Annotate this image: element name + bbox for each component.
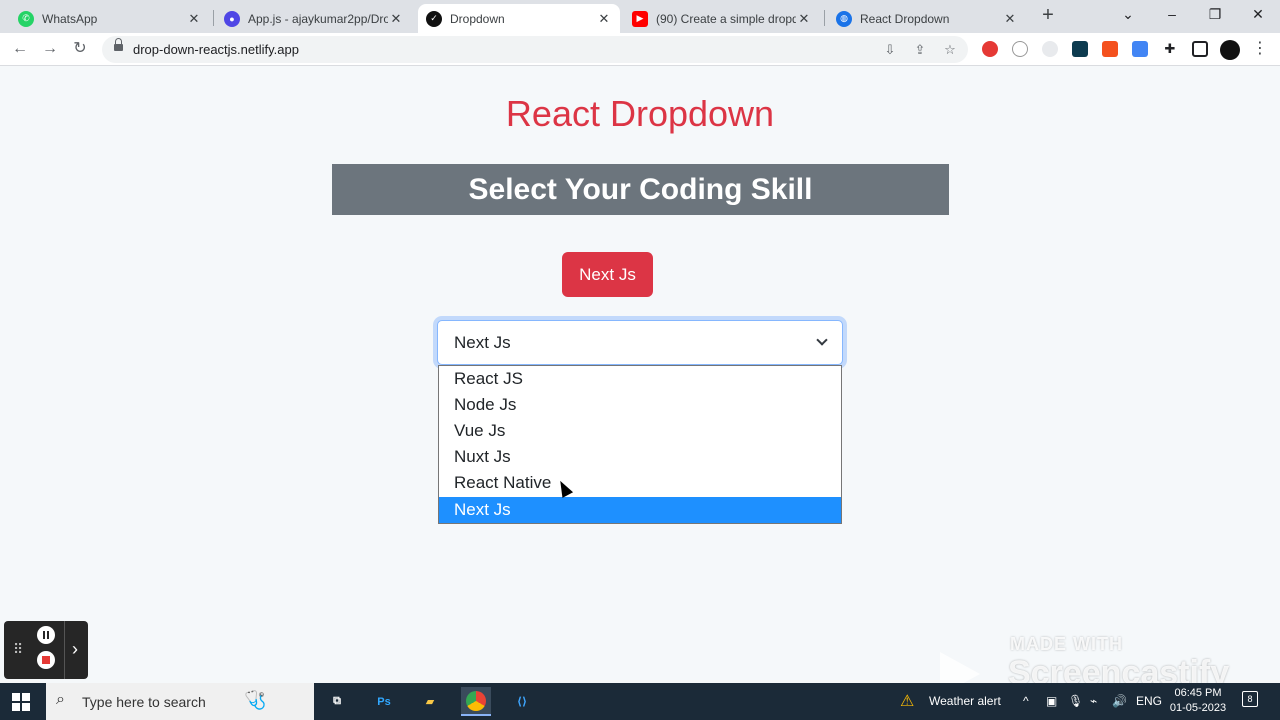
window-close-icon[interactable]: ✕ [1248, 6, 1268, 23]
meet-icon[interactable]: ▣ [1046, 694, 1057, 708]
notification-icon[interactable]: 8 [1242, 691, 1258, 707]
browser-toolbar: ← → ↻ drop-down-reactjs.netlify.app ⇩ ⇪ … [0, 33, 1280, 66]
back-icon[interactable]: ← [10, 39, 30, 59]
bookmark-star-icon[interactable]: ☆ [942, 42, 958, 58]
share-icon[interactable]: ⇪ [912, 42, 928, 58]
weather-alert-label[interactable]: Weather alert [929, 694, 1001, 708]
task-view-icon[interactable]: ⧉ [322, 687, 352, 716]
extension-icon[interactable] [982, 41, 998, 57]
tab-separator [213, 10, 214, 26]
menu-icon[interactable]: ⋮ [1252, 41, 1268, 57]
recorder-widget: ⠿ › [4, 621, 88, 679]
extension-icon[interactable] [1072, 41, 1088, 57]
option-nuxt-js[interactable]: Nuxt Js [439, 444, 841, 470]
option-vue-js[interactable]: Vue Js [439, 418, 841, 444]
search-icon: ⌕ [56, 691, 65, 708]
tab-dropdown[interactable]: ✓ Dropdown ✕ [418, 4, 620, 33]
lock-icon [114, 38, 123, 54]
page-content: React Dropdown Select Your Coding Skill … [0, 67, 1280, 683]
weather-warning-icon[interactable]: ⚠ [900, 691, 914, 711]
address-url: drop-down-reactjs.netlify.app [133, 42, 299, 57]
reload-icon[interactable]: ↻ [70, 39, 90, 59]
minimize-icon[interactable]: – [1162, 6, 1182, 22]
pause-icon[interactable] [37, 626, 55, 644]
avatar[interactable] [1220, 40, 1240, 60]
watermark-made-with: MADE WITH [1010, 634, 1123, 654]
close-icon[interactable]: ✕ [388, 11, 404, 27]
extension-icon[interactable] [1042, 41, 1058, 57]
chevron-down-icon [817, 336, 827, 346]
tab-title: (90) Create a simple dropdown [656, 11, 796, 26]
tab-github[interactable]: ● App.js - ajaykumar2pp/Dropdown ✕ [216, 4, 412, 33]
skill-options-list: React JS Node Js Vue Js Nuxt Js React Na… [438, 365, 842, 524]
close-icon[interactable]: ✕ [596, 11, 612, 27]
chevron-up-icon[interactable]: ^ [1023, 694, 1029, 708]
address-bar[interactable]: drop-down-reactjs.netlify.app ⇩ ⇪ ☆ [102, 36, 968, 63]
select-skill-banner: Select Your Coding Skill [332, 164, 949, 215]
photoshop-icon[interactable]: Ps [369, 687, 399, 716]
stop-record-icon[interactable] [37, 651, 55, 669]
close-icon[interactable]: ✕ [796, 11, 812, 27]
chevron-down-icon[interactable]: ⌄ [1118, 6, 1138, 23]
clock-time: 06:45 PM [1174, 687, 1222, 699]
tab-title: WhatsApp [42, 11, 98, 26]
taskbar-search[interactable]: ⌕ Type here to search 🩺 [46, 683, 314, 720]
system-clock[interactable]: 06:45 PM 01-05-2023 [1168, 686, 1228, 716]
network-icon[interactable]: ⌁ [1090, 694, 1097, 708]
forward-icon[interactable]: → [40, 39, 60, 59]
option-react-native[interactable]: React Native [439, 470, 841, 496]
vscode-icon[interactable]: ⟨⟩ [507, 687, 537, 716]
restore-icon[interactable]: ❐ [1205, 6, 1225, 23]
globe-icon: ◍ [836, 10, 852, 27]
translate-icon[interactable] [1132, 41, 1148, 57]
puzzle-icon[interactable]: ✚ [1162, 41, 1178, 57]
extension-icon[interactable] [1012, 41, 1028, 57]
github-icon: ● [224, 10, 240, 27]
chevron-right-icon[interactable]: › [72, 639, 78, 660]
tab-whatsapp[interactable]: ✆ WhatsApp ✕ [10, 4, 210, 33]
windows-start-icon[interactable] [12, 693, 30, 711]
input-language[interactable]: ENG [1136, 694, 1162, 708]
screencastify-watermark: MADE WITH Screencastify [940, 634, 1270, 696]
skill-select[interactable]: Next Js [437, 320, 843, 365]
youtube-icon: ▶ [632, 10, 648, 27]
tab-separator [824, 10, 825, 26]
select-value: Next Js [454, 333, 511, 352]
install-icon[interactable]: ⇩ [882, 42, 898, 58]
page-title: React Dropdown [505, 93, 775, 134]
drag-handle-icon[interactable]: ⠿ [13, 641, 23, 658]
option-node-js[interactable]: Node Js [439, 392, 841, 418]
whatsapp-icon: ✆ [18, 10, 34, 27]
search-highlight-icon: 🩺 [244, 690, 267, 710]
tab-title: Dropdown [450, 11, 505, 26]
tab-react-dropdown[interactable]: ◍ React Dropdown ✕ [828, 4, 1026, 33]
selected-skill-button[interactable]: Next Js [562, 252, 653, 297]
new-tab-icon[interactable]: + [1038, 5, 1058, 25]
netlify-icon: ✓ [426, 10, 442, 27]
divider [64, 621, 65, 679]
option-next-js[interactable]: Next Js [439, 497, 841, 523]
browser-tab-strip: ✆ WhatsApp ✕ ● App.js - ajaykumar2pp/Dro… [0, 0, 1280, 33]
side-panel-icon[interactable] [1192, 41, 1208, 57]
close-icon[interactable]: ✕ [1002, 11, 1018, 27]
tab-title: React Dropdown [860, 11, 950, 26]
volume-icon[interactable]: 🔊 [1112, 694, 1127, 708]
windows-taskbar: ⌕ Type here to search 🩺 ⧉ Ps ▰ ⟨⟩ ⚠ Weat… [0, 683, 1280, 720]
tab-youtube[interactable]: ▶ (90) Create a simple dropdown ✕ [624, 4, 820, 33]
option-react-js[interactable]: React JS [439, 366, 841, 392]
extension-icon[interactable] [1102, 41, 1118, 57]
file-explorer-icon[interactable]: ▰ [415, 687, 445, 716]
search-placeholder: Type here to search [82, 694, 206, 710]
chrome-icon[interactable] [461, 687, 491, 716]
microphone-icon[interactable]: 🎙 [1068, 694, 1083, 708]
clock-date: 01-05-2023 [1169, 702, 1227, 714]
close-icon[interactable]: ✕ [186, 11, 202, 27]
tab-title: App.js - ajaykumar2pp/Dropdown [248, 11, 388, 26]
